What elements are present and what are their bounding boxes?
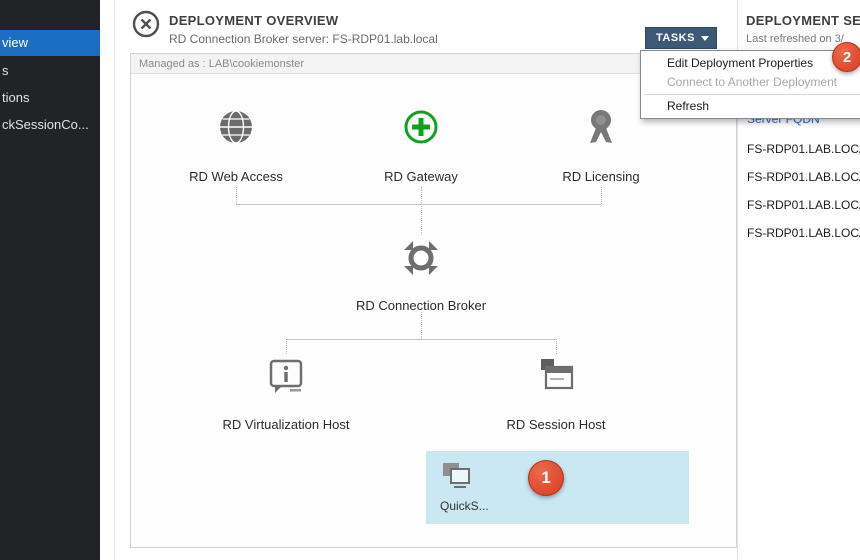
tasks-button-label: TASKS <box>656 32 695 44</box>
node-rd-session-host[interactable]: RD Session Host <box>471 354 641 432</box>
chevron-down-icon <box>701 36 709 41</box>
step-badge-2: 2 <box>832 42 860 72</box>
deployment-diagram-panel: Managed as : LAB\cookiemonster RD Web Ac… <box>130 53 737 548</box>
globe-icon <box>213 139 259 156</box>
sidebar-item-servers[interactable]: s <box>0 58 100 84</box>
session-host-server-icon <box>533 387 579 404</box>
server-row[interactable]: FS-RDP01.LAB.LOCAL <box>747 226 860 240</box>
menu-separator <box>644 94 860 95</box>
sidebar-item-quicksessioncollection[interactable]: ckSessionCo... <box>0 112 100 138</box>
server-row[interactable]: FS-RDP01.LAB.LOCAL <box>747 142 860 156</box>
sidebar: view s tions ckSessionCo... <box>0 0 100 560</box>
server-row[interactable]: FS-RDP01.LAB.LOCAL <box>747 198 860 212</box>
tasks-menu: Edit Deployment Properties Connect to An… <box>640 50 860 119</box>
server-manager-rds-screen: view s tions ckSessionCo... DEPLOYMENT O… <box>0 0 860 560</box>
node-label: RD Licensing <box>516 169 686 184</box>
add-gateway-plus-icon <box>398 139 444 156</box>
page-title: DEPLOYMENT OVERVIEW <box>169 13 338 28</box>
node-label: RD Session Host <box>471 417 641 432</box>
menu-item-refresh[interactable]: Refresh <box>641 97 860 116</box>
node-label: RD Connection Broker <box>336 298 506 313</box>
info-bubble-icon <box>263 387 309 404</box>
node-rd-web-access[interactable]: RD Web Access <box>151 106 321 184</box>
node-label: RD Web Access <box>151 169 321 184</box>
deployment-overview-icon <box>131 9 161 39</box>
step-badge-1: 1 <box>528 460 564 496</box>
connector-line <box>601 187 602 204</box>
menu-item-edit-deployment-properties[interactable]: Edit Deployment Properties <box>641 54 860 73</box>
connector-line <box>236 204 601 205</box>
tasks-button[interactable]: TASKS <box>645 27 717 49</box>
node-label: RD Virtualization Host <box>201 417 371 432</box>
collection-tile-label: QuickS... <box>440 499 489 513</box>
connector-line <box>421 312 422 339</box>
node-rd-connection-broker[interactable]: RD Connection Broker <box>336 235 506 313</box>
server-row[interactable]: FS-RDP01.LAB.LOCAL <box>747 170 860 184</box>
sidebar-item-collections[interactable]: tions <box>0 85 100 111</box>
broker-target-icon <box>398 268 444 285</box>
award-ribbon-icon <box>578 139 624 156</box>
connector-line <box>286 339 287 354</box>
page-subtitle: RD Connection Broker server: FS-RDP01.la… <box>169 32 438 46</box>
sidebar-item-overview[interactable]: view <box>0 30 100 56</box>
connector-line <box>556 339 557 354</box>
collection-monitors-icon <box>440 460 474 497</box>
connector-line <box>286 339 556 340</box>
node-label: RD Gateway <box>336 169 506 184</box>
node-rd-gateway[interactable]: RD Gateway <box>336 106 506 184</box>
last-refreshed-text: Last refreshed on 3/ <box>746 33 844 45</box>
menu-item-connect-to-another-deployment: Connect to Another Deployment <box>641 73 860 92</box>
connector-line <box>236 187 237 204</box>
nav-divider <box>114 0 115 560</box>
node-rd-virtualization-host[interactable]: RD Virtualization Host <box>201 354 371 432</box>
connector-line <box>421 187 422 235</box>
deployment-servers-title: DEPLOYMENT SERVERS <box>746 13 860 28</box>
collection-tile-quicksessioncollection[interactable]: QuickS... 1 <box>426 451 689 524</box>
